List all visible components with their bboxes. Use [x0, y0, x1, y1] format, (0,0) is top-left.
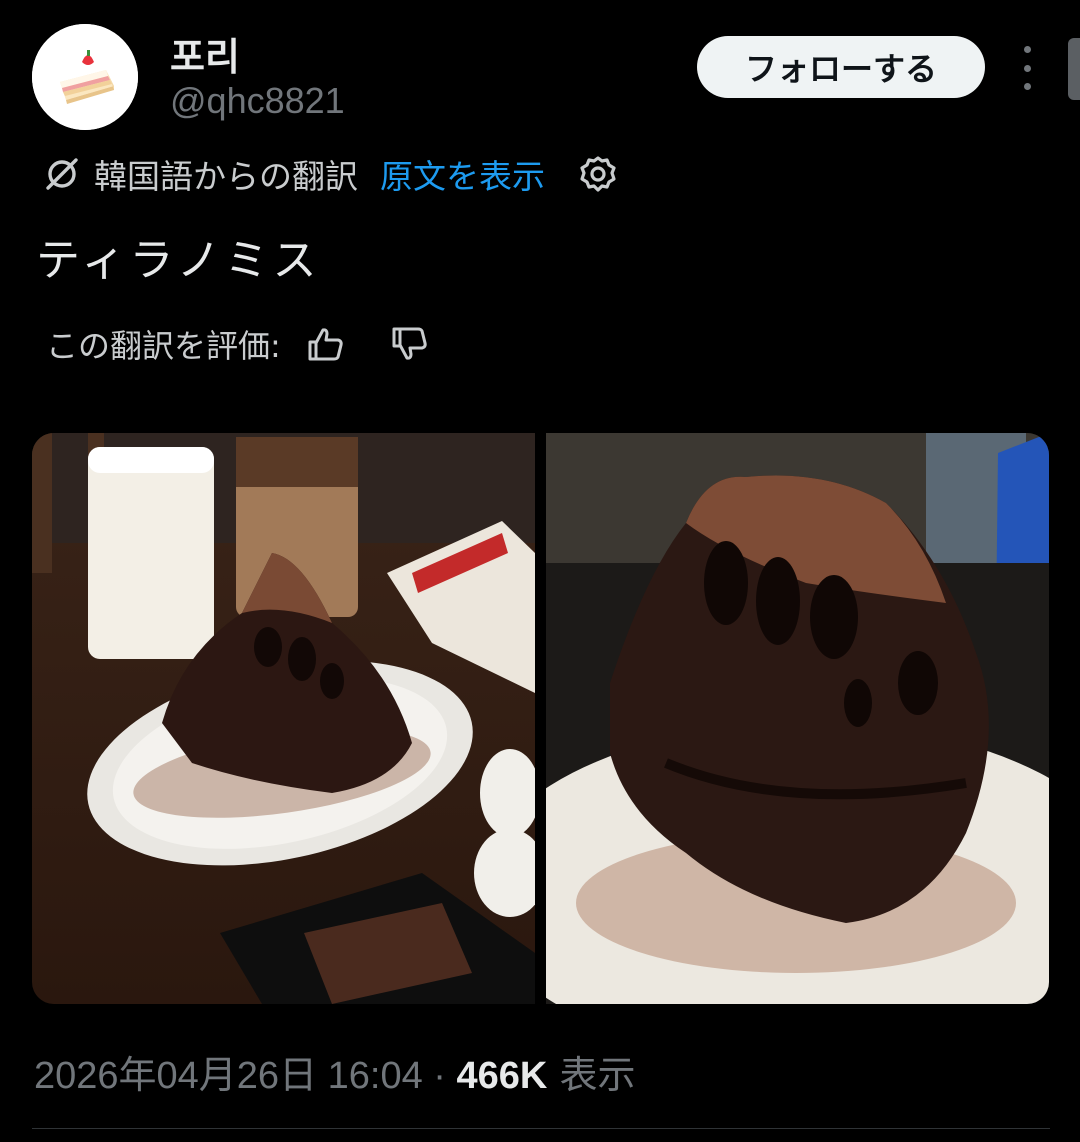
translation-bar: 韓国語からの翻訳 原文を表示	[44, 150, 617, 198]
strawberry-shortcake-icon	[32, 24, 138, 130]
tiramisu-table-photo[interactable]	[32, 433, 535, 1004]
views-label: 表示	[547, 1053, 636, 1097]
show-original-link[interactable]: 原文を表示	[380, 150, 545, 198]
tiramisu-closeup-photo[interactable]	[546, 433, 1049, 1004]
divider	[32, 1128, 1050, 1129]
thumbs-down-icon[interactable]	[389, 324, 429, 364]
translate-icon	[46, 158, 78, 190]
avatar[interactable]	[32, 24, 138, 130]
view-count: 466K	[456, 1055, 548, 1097]
follow-button[interactable]: フォローする	[697, 36, 985, 98]
tweet-text: ティラノミス	[36, 235, 321, 286]
display-name[interactable]: 포리	[170, 26, 240, 81]
meta-separator: ·	[422, 1055, 457, 1097]
rate-translation-label: この翻訳を評価:	[46, 327, 281, 365]
timestamp[interactable]: 2026年04月26日 16:04	[34, 1044, 423, 1099]
translated-from-label: 韓国語からの翻訳	[94, 157, 358, 196]
tweet-meta: 2026年04月26日 16:04 · 466K 表示	[34, 1044, 635, 1099]
thumbs-up-icon[interactable]	[305, 324, 345, 364]
scrollbar[interactable]	[1068, 38, 1080, 100]
gear-icon[interactable]	[579, 155, 617, 193]
user-handle[interactable]: @qhc8821	[170, 80, 345, 122]
more-vertical-icon[interactable]	[1010, 46, 1044, 90]
rate-translation: この翻訳を評価:	[46, 322, 429, 366]
